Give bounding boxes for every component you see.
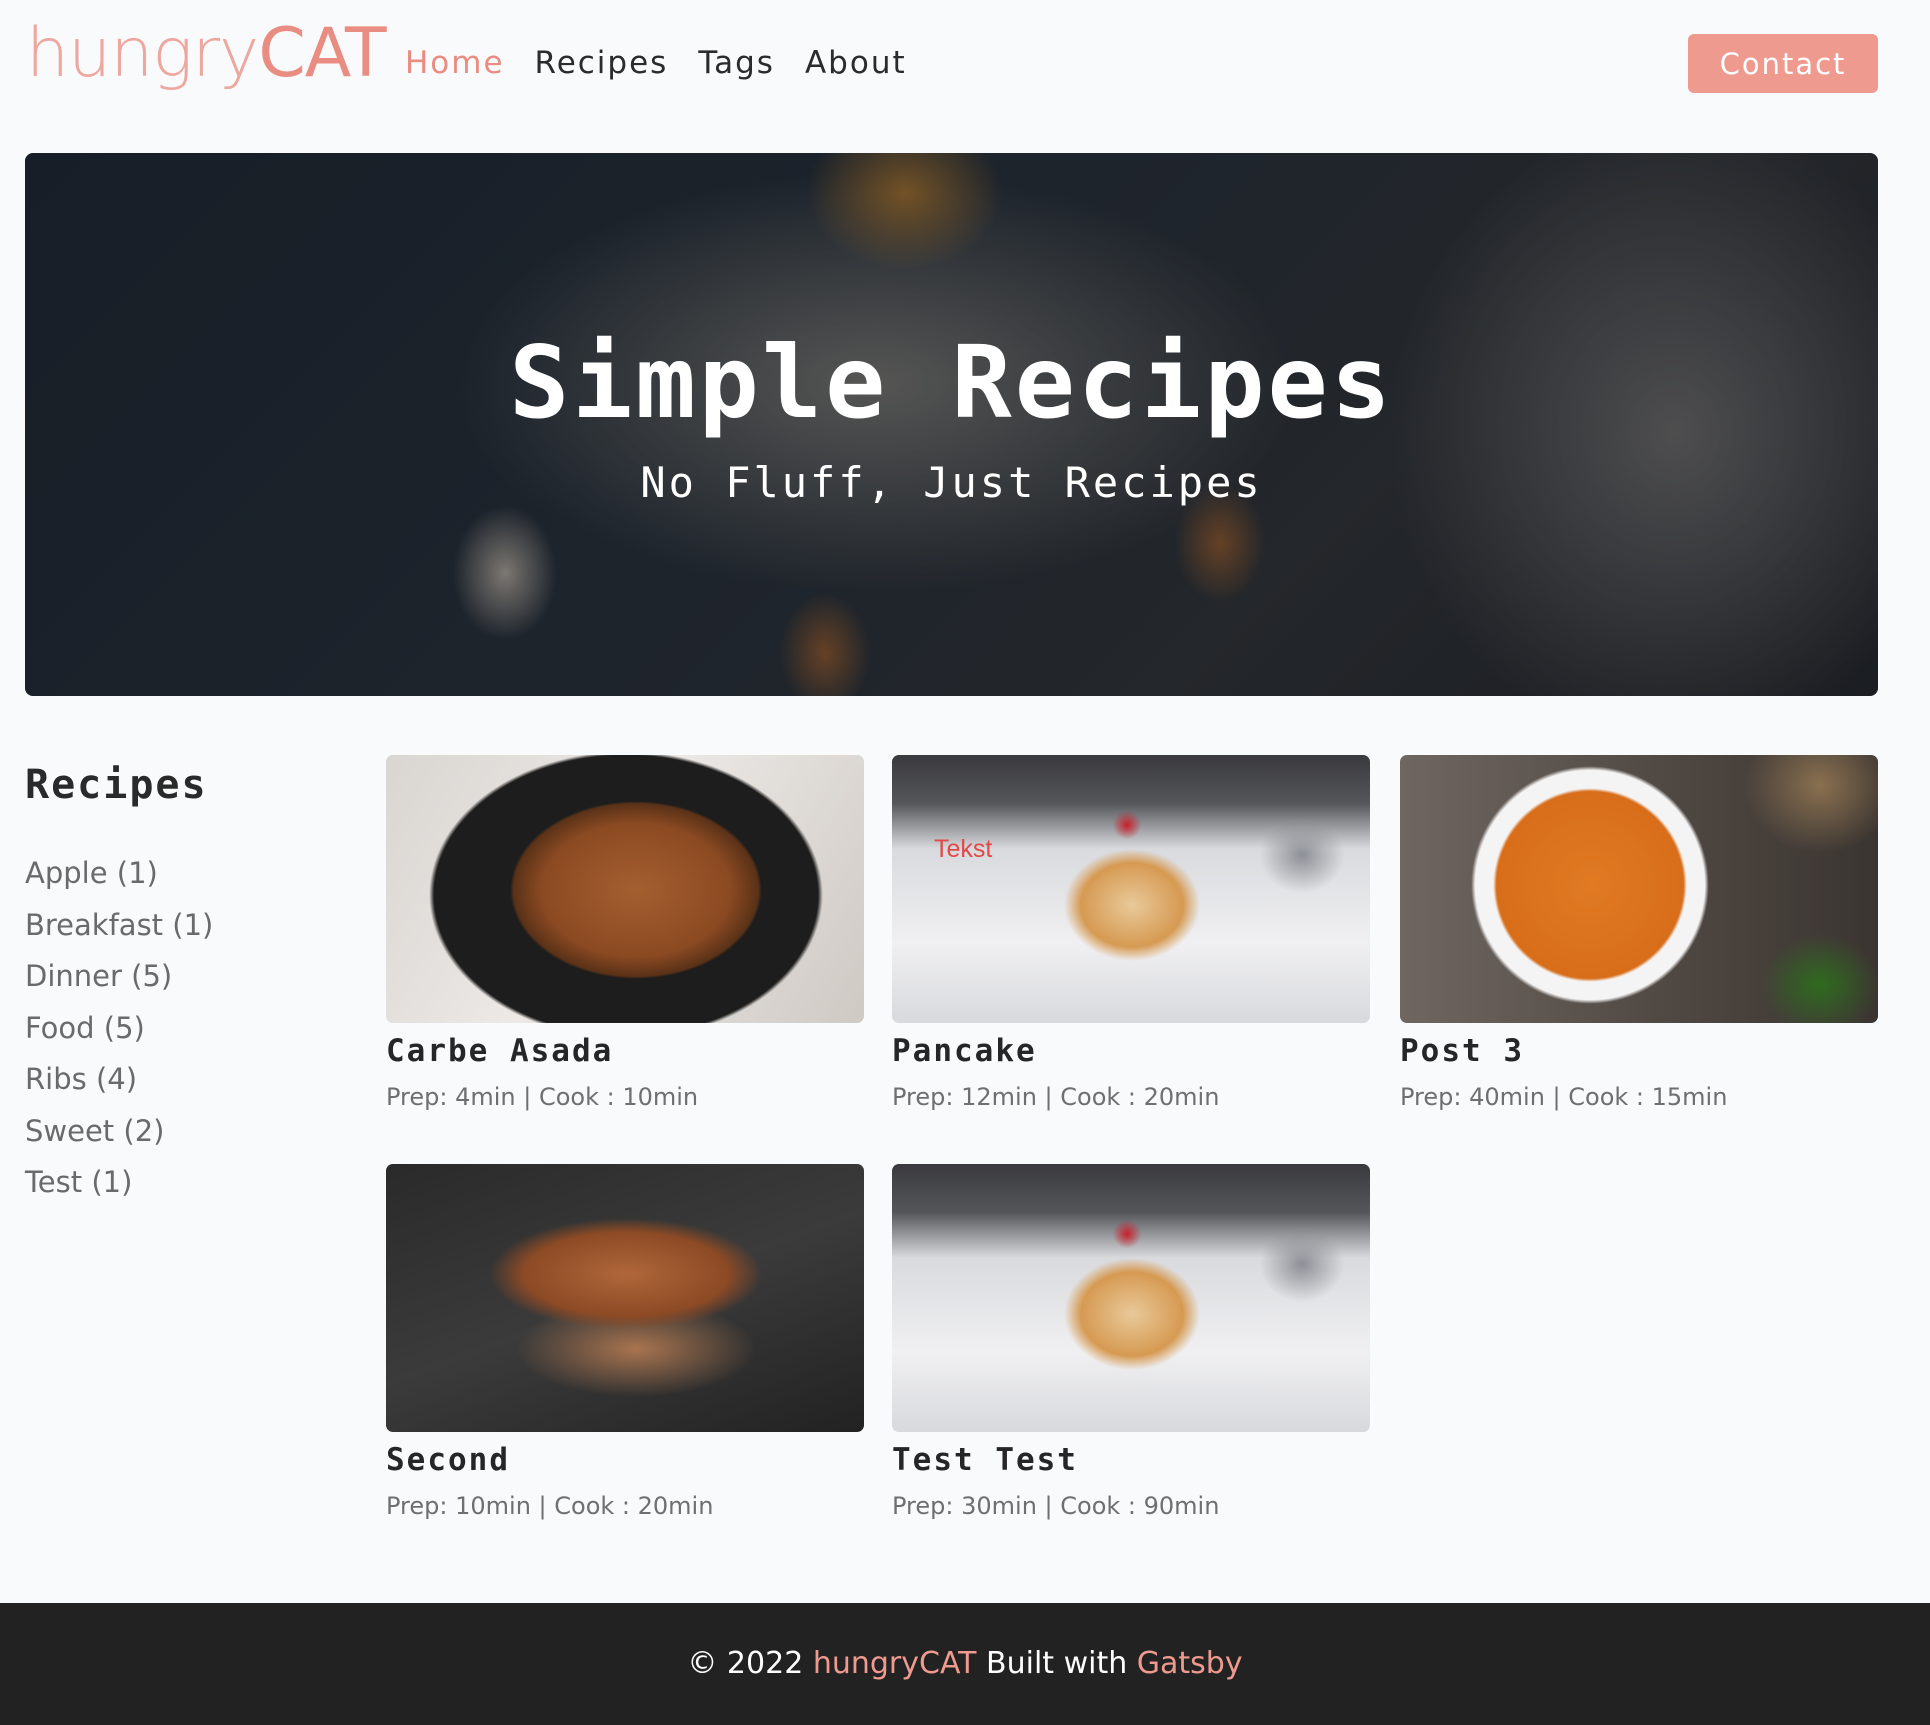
tag-link-dinner[interactable]: Dinner (5) (25, 951, 345, 1003)
tag-link-apple[interactable]: Apple (1) (25, 848, 345, 900)
tags-sidebar: Recipes Apple (1) Breakfast (1) Dinner (… (25, 750, 345, 1209)
recipe-times: Prep: 30min | Cook : 90min (892, 1492, 1220, 1520)
hero-text-container: Simple Recipes No Fluff, Just Recipes (25, 153, 1878, 696)
recipe-title[interactable]: Second (386, 1440, 864, 1480)
nav-home-link[interactable]: Home (405, 40, 505, 86)
site-footer: © 2022 hungryCAT Built with Gatsby (0, 1603, 1930, 1725)
recipe-title[interactable]: Carbe Asada (386, 1031, 864, 1071)
hero-subtitle: No Fluff, Just Recipes (640, 458, 1263, 507)
recipe-card[interactable]: Test Test Prep: 30min | Cook : 90min (892, 1164, 1370, 1524)
recipe-card[interactable]: Second Prep: 10min | Cook : 20min (386, 1164, 864, 1524)
recipe-title[interactable]: Test Test (892, 1440, 1370, 1480)
recipe-title[interactable]: Pancake (892, 1031, 1370, 1071)
logo-text-light: hungry (26, 14, 259, 93)
tag-link-food[interactable]: Food (5) (25, 1003, 345, 1055)
footer-brand-link[interactable]: hungryCAT (813, 1646, 977, 1681)
recipe-card[interactable]: Carbe Asada Prep: 4min | Cook : 10min (386, 755, 864, 1115)
nav-tags-link[interactable]: Tags (698, 40, 775, 86)
recipe-times: Prep: 12min | Cook : 20min (892, 1083, 1220, 1111)
recipe-times: Prep: 4min | Cook : 10min (386, 1083, 699, 1111)
recipe-image[interactable] (386, 755, 864, 1023)
site-logo[interactable]: hungryCAT (26, 14, 387, 94)
nav-about-link[interactable]: About (805, 40, 907, 86)
tag-list: Apple (1) Breakfast (1) Dinner (5) Food … (25, 848, 345, 1209)
recipe-image[interactable] (386, 1164, 864, 1432)
hero-title: Simple Recipes (509, 324, 1394, 441)
recipe-title[interactable]: Post 3 (1400, 1031, 1878, 1071)
footer-built-with: Built with (986, 1646, 1128, 1681)
main-nav: Home Recipes Tags About (405, 40, 907, 86)
image-overlay-text: Tekst (934, 835, 993, 863)
recipe-image[interactable] (1400, 755, 1878, 1023)
recipe-card[interactable]: Tekst Pancake Prep: 12min | Cook : 20min (892, 755, 1370, 1115)
tag-link-sweet[interactable]: Sweet (2) (25, 1106, 345, 1158)
recipe-times: Prep: 40min | Cook : 15min (1400, 1083, 1728, 1111)
footer-gatsby-link[interactable]: Gatsby (1137, 1646, 1243, 1681)
site-header: hungryCAT Home Recipes Tags About Contac… (0, 0, 1930, 130)
sidebar-title: Recipes (25, 762, 208, 808)
tag-link-ribs[interactable]: Ribs (4) (25, 1054, 345, 1106)
hero-banner: Simple Recipes No Fluff, Just Recipes (25, 153, 1878, 696)
footer-copyright: © 2022 (687, 1646, 804, 1681)
nav-recipes-link[interactable]: Recipes (535, 40, 669, 86)
recipe-image[interactable]: Tekst (892, 755, 1370, 1023)
recipe-card[interactable]: Post 3 Prep: 40min | Cook : 15min (1400, 755, 1878, 1115)
recipe-image[interactable] (892, 1164, 1370, 1432)
tag-link-test[interactable]: Test (1) (25, 1157, 345, 1209)
recipe-times: Prep: 10min | Cook : 20min (386, 1492, 714, 1520)
logo-text-bold: CAT (258, 14, 386, 93)
contact-button[interactable]: Contact (1688, 34, 1878, 93)
tag-link-breakfast[interactable]: Breakfast (1) (25, 900, 345, 952)
